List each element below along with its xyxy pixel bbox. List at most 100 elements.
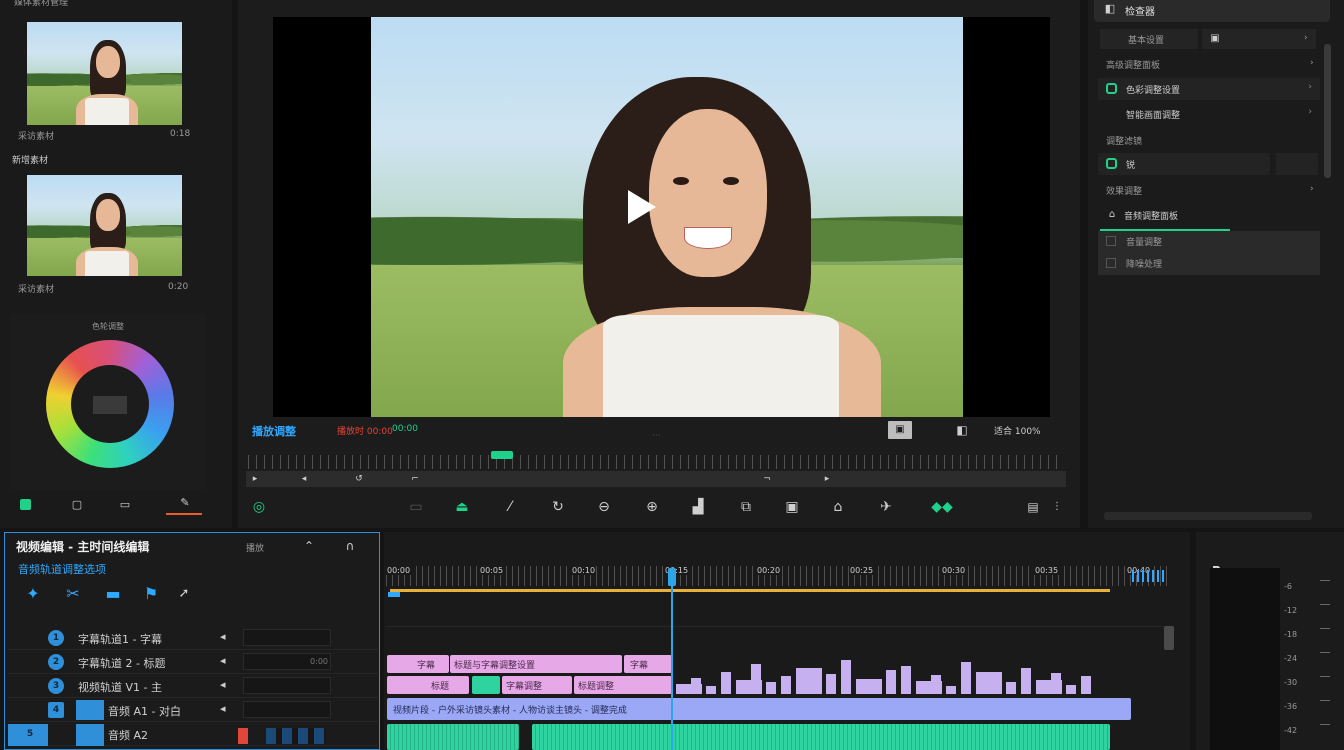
waveform-bar bbox=[766, 682, 776, 694]
viewer-scrub-ruler[interactable] bbox=[248, 455, 1064, 469]
curve-icon[interactable]: ⌃ bbox=[300, 537, 318, 555]
track-row-4[interactable]: 4 音频 A1 - 对白 ◂ bbox=[8, 698, 378, 722]
snap-toggle-icon[interactable]: ◎ bbox=[250, 498, 268, 516]
inspector-h-scrollbar[interactable] bbox=[1104, 512, 1312, 520]
track-meter-5 bbox=[266, 728, 326, 744]
title-clip-3-label: 字幕 bbox=[630, 661, 649, 671]
track-tool-4-icon[interactable]: ⚑ bbox=[140, 585, 162, 603]
step-forward-icon[interactable]: ▸ bbox=[820, 470, 834, 488]
title-clip-6[interactable]: 标题调整 bbox=[574, 676, 672, 694]
track-row-3[interactable]: 3 视频轨道 V1 - 主 ◂ bbox=[8, 674, 378, 698]
media-bin-view-toggle[interactable] bbox=[20, 499, 31, 510]
track-tool-3-icon[interactable]: ▬ bbox=[102, 585, 124, 603]
inspector-row-sharpen[interactable]: 锐 bbox=[1098, 153, 1270, 175]
timeline-v-scrollbar[interactable] bbox=[1164, 626, 1174, 650]
track-tool-2-icon[interactable]: ✂ bbox=[62, 585, 84, 603]
title-clip-4[interactable]: 标题 bbox=[387, 676, 469, 694]
inspector-scrollbar[interactable] bbox=[1324, 44, 1331, 178]
razor-icon[interactable]: ⁄ bbox=[500, 498, 520, 516]
mark-out-icon[interactable]: ¬ bbox=[760, 470, 774, 488]
step-back-icon[interactable]: ◂ bbox=[297, 470, 311, 488]
timeline-playhead[interactable] bbox=[671, 570, 673, 750]
track-value-2[interactable]: 0:00 bbox=[243, 653, 331, 670]
trim-icon[interactable]: ✈ bbox=[876, 498, 896, 516]
timeline-title: 视频编辑 - 主时间线编辑 bbox=[16, 540, 150, 554]
audio-clip-2[interactable] bbox=[532, 724, 1110, 750]
overwrite-icon[interactable]: ▭ bbox=[406, 498, 426, 516]
track-row-1[interactable]: 1 字幕轨道1 - 字幕 ◂ bbox=[8, 626, 378, 650]
title-clip-3[interactable]: 字幕 bbox=[624, 655, 672, 673]
waveform-bar bbox=[1006, 682, 1016, 694]
media-thumbnail-1[interactable] bbox=[27, 22, 182, 125]
media-thumbnail-2[interactable] bbox=[27, 175, 182, 276]
folder-icon[interactable]: ▭ bbox=[116, 496, 134, 514]
headphone-icon[interactable]: ∩ bbox=[342, 537, 358, 555]
inspector-row-color[interactable]: 色彩调整设置 › bbox=[1098, 78, 1320, 100]
title-clip-5[interactable]: 字幕调整 bbox=[502, 676, 572, 694]
timeline-grid bbox=[386, 626, 1168, 627]
record-indicator[interactable] bbox=[238, 728, 248, 744]
ripple-icon[interactable]: ↻ bbox=[548, 498, 568, 516]
inspector-row-smart[interactable]: 智能画面调整 › bbox=[1098, 103, 1320, 125]
compare-icon[interactable]: ◧ bbox=[950, 421, 974, 439]
track-name-5: 音频 A2 bbox=[108, 729, 149, 742]
speaker-icon[interactable]: ◂ bbox=[220, 702, 226, 715]
inspector-title: 检查器 bbox=[1125, 7, 1155, 18]
mixer-scale-label: -6 bbox=[1284, 582, 1292, 591]
color-wheel-swatch bbox=[93, 396, 127, 414]
export-frame-icon[interactable]: ⧉ bbox=[736, 498, 756, 516]
list-view-icon[interactable]: ▢ bbox=[68, 496, 86, 514]
inspector-row-color-label: 色彩调整设置 bbox=[1126, 86, 1181, 96]
audio-scrub-icon[interactable]: ◆◆ bbox=[930, 498, 954, 516]
track-row-5[interactable]: 5 音频 A2 bbox=[8, 722, 378, 746]
track-lock-5[interactable] bbox=[76, 724, 104, 746]
track-lock-4[interactable] bbox=[76, 700, 104, 720]
more-icon[interactable]: ⋮ bbox=[1052, 498, 1062, 516]
safe-area-icon[interactable]: ▣ bbox=[888, 421, 912, 439]
audio-waveform[interactable] bbox=[676, 656, 1110, 694]
extract-icon[interactable]: ▟ bbox=[688, 498, 708, 516]
speaker-icon[interactable]: ◂ bbox=[220, 630, 226, 643]
mark-in-icon[interactable]: ⌐ bbox=[408, 470, 422, 488]
title-clip-1[interactable]: 字幕 bbox=[387, 655, 449, 673]
inspector-row-sharpen-label: 锐 bbox=[1126, 161, 1136, 171]
viewer-frame[interactable] bbox=[371, 17, 963, 417]
track-value-3[interactable] bbox=[243, 677, 331, 694]
timeline-work-area[interactable] bbox=[390, 589, 1110, 592]
volume-checkbox[interactable] bbox=[1106, 236, 1116, 246]
waveform-bar bbox=[1081, 676, 1091, 694]
mixer-side-ticks bbox=[1320, 580, 1330, 740]
marker-icon[interactable]: ⌂ bbox=[828, 498, 848, 516]
waveform-bar bbox=[871, 683, 881, 694]
ruler-label: 00:00 bbox=[386, 566, 412, 575]
speaker-icon[interactable]: ◂ bbox=[220, 654, 226, 667]
viewer-zoom[interactable]: 适合 100% bbox=[994, 424, 1041, 437]
loop-icon[interactable]: ↺ bbox=[352, 470, 366, 488]
title-marker-clip[interactable] bbox=[472, 676, 500, 694]
track-value-4[interactable] bbox=[243, 701, 331, 718]
camera-icon[interactable]: ▣ bbox=[782, 498, 802, 516]
inspector-sharpen-value[interactable] bbox=[1276, 153, 1318, 175]
edit-icon[interactable]: ✎ bbox=[176, 494, 194, 512]
link-icon[interactable]: ⊖ bbox=[594, 498, 614, 516]
audio-clip-1[interactable] bbox=[387, 724, 519, 750]
track-number-2: 2 bbox=[48, 654, 64, 670]
color-wheel-label: 色轮调整 bbox=[92, 322, 124, 331]
settings-icon[interactable]: ▤ bbox=[1024, 498, 1042, 516]
audio-panel-icon: ⌂ bbox=[1108, 209, 1116, 220]
play-overlay-icon[interactable] bbox=[628, 190, 656, 224]
media-clip-2-name: 采访素材 bbox=[18, 285, 55, 295]
timeline-playhead-head[interactable] bbox=[668, 568, 676, 586]
track-row-2[interactable]: 2 字幕轨道 2 - 标题 ◂ 0:00 bbox=[8, 650, 378, 674]
track-tool-1-icon[interactable]: ✦ bbox=[22, 585, 44, 603]
denoise-checkbox[interactable] bbox=[1106, 258, 1116, 268]
viewer-playhead-marker[interactable] bbox=[491, 451, 513, 459]
title-clip-2[interactable]: 标题与字幕调整设置 bbox=[450, 655, 622, 673]
track-tool-5-icon[interactable]: ➚ bbox=[176, 585, 192, 603]
video-clip[interactable]: 视频片段 - 户外采访镜头素材 - 人物访谈主镜头 - 调整完成 bbox=[387, 698, 1131, 720]
insert-icon[interactable]: ⏏ bbox=[452, 498, 472, 516]
lift-icon[interactable]: ⊕ bbox=[642, 498, 662, 516]
speaker-icon[interactable]: ◂ bbox=[220, 678, 226, 691]
track-value-1[interactable] bbox=[243, 629, 331, 646]
go-start-icon[interactable]: ▸ bbox=[248, 470, 262, 488]
